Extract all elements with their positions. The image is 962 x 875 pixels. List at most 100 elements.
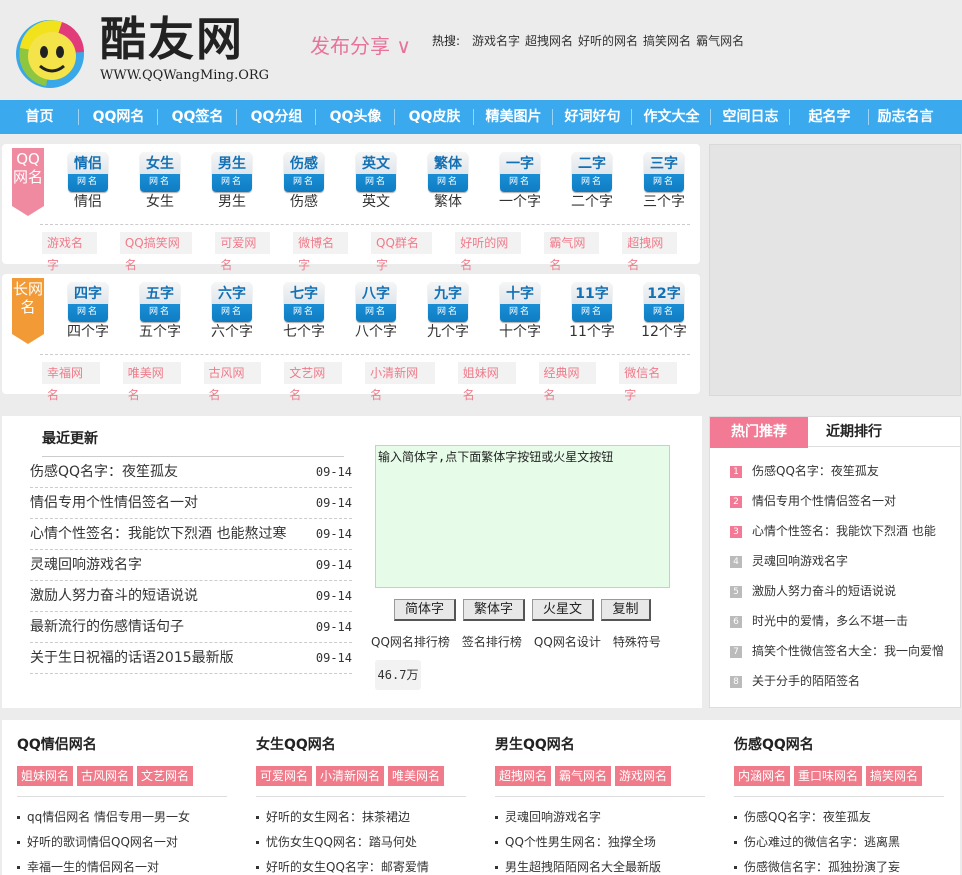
category-one-char[interactable]: 一字 网名 一个字 [484, 152, 556, 210]
tag-link[interactable]: 文艺网名 [137, 766, 194, 786]
tag-link[interactable]: QQ搞笑网名 [119, 232, 193, 272]
category-three-char[interactable]: 三字 网名 三个字 [628, 152, 700, 210]
nav-home[interactable]: 首页 [0, 100, 79, 134]
tag-link[interactable]: 古风网名 [77, 766, 134, 786]
tag-link[interactable]: 古风网名 [203, 362, 262, 402]
tag-link[interactable]: 经典网名 [538, 362, 597, 402]
tab-hot[interactable]: 热门推荐 [710, 417, 808, 448]
category-boy[interactable]: 男生 网名 男生 [196, 152, 268, 210]
tag-link[interactable]: 霸气网名 [555, 766, 612, 786]
list-item[interactable]: 好听的女生网名：抹茶裙边 [256, 805, 466, 830]
list-item[interactable]: QQ个性男生网名：独撑全场 [495, 830, 705, 855]
category-seven-char[interactable]: 七字 网名 七个字 [268, 282, 340, 340]
publish-share-dropdown[interactable]: 发布分享 ∨ [310, 30, 411, 59]
nav-qq-skins[interactable]: QQ皮肤 [395, 100, 474, 134]
column-title[interactable]: 女生QQ网名 [256, 730, 466, 760]
hot-item[interactable]: 1 伤感QQ名字：夜笙孤友 [730, 461, 945, 481]
list-item[interactable]: 男生超拽陌陌网名大全最新版 [495, 855, 705, 875]
nav-pictures[interactable]: 精美图片 [474, 100, 553, 134]
category-traditional[interactable]: 繁体 网名 繁体 [412, 152, 484, 210]
list-item[interactable]: 伤心难过的微信名字：逃离黑 [734, 830, 944, 855]
tag-link[interactable]: 小清新网名 [365, 362, 435, 402]
tag-link[interactable]: 可爱网名 [256, 766, 313, 786]
list-item[interactable]: 关于生日祝福的话语2015最新版 09-14 [30, 643, 352, 674]
nav-good-words[interactable]: 好词好句 [553, 100, 632, 134]
nav-qq-signatures[interactable]: QQ签名 [158, 100, 237, 134]
category-nine-char[interactable]: 九字 网名 九个字 [412, 282, 484, 340]
tag-link[interactable]: 重口味网名 [794, 766, 863, 786]
hot-item[interactable]: 2 情侣专用个性情侣签名一对 [730, 491, 945, 511]
list-item[interactable]: 伤感微信名字：孤独扮演了妄 [734, 855, 944, 875]
signature-ranking-link[interactable]: 签名排行榜 [462, 635, 522, 649]
tag-link[interactable]: 霸气网名 [544, 232, 600, 272]
list-item[interactable]: 好听的歌词情侣QQ网名一对 [17, 830, 227, 855]
category-girl[interactable]: 女生 网名 女生 [124, 152, 196, 210]
tag-link[interactable]: 超拽网名 [495, 766, 552, 786]
column-title[interactable]: 伤感QQ网名 [734, 730, 944, 760]
tag-link[interactable]: 游戏名字 [42, 232, 97, 272]
tab-recent-ranking[interactable]: 近期排行 [808, 417, 900, 447]
category-eleven-char[interactable]: 11字 网名 11个字 [556, 282, 628, 340]
hot-item[interactable]: 6 时光中的爱情，多么不堪一击 [730, 611, 945, 631]
hot-item[interactable]: 3 心情个性签名：我能饮下烈酒 也能 [730, 521, 945, 541]
martian-button[interactable]: 火星文 [532, 599, 594, 621]
list-item[interactable]: 忧伤女生QQ网名：踏马何处 [256, 830, 466, 855]
category-six-char[interactable]: 六字 网名 六个字 [196, 282, 268, 340]
tag-link[interactable]: 内涵网名 [734, 766, 791, 786]
tag-link[interactable]: QQ群名字 [371, 232, 433, 272]
hot-search-link[interactable]: 霸气网名 [696, 34, 744, 48]
list-item[interactable]: 幸福一生的情侣网名一对 [17, 855, 227, 875]
category-twelve-char[interactable]: 12字 网名 12个字 [628, 282, 700, 340]
list-item[interactable]: 好听的女生QQ名字：邮寄爱情 [256, 855, 466, 875]
ranking-link[interactable]: QQ网名排行榜 [371, 635, 450, 649]
simplified-button[interactable]: 简体字 [394, 599, 456, 621]
list-item[interactable]: 心情个性签名：我能饮下烈酒 也能熬过寒 09-14 [30, 519, 352, 550]
hot-search-link[interactable]: 超拽网名 [525, 34, 573, 48]
tag-link[interactable]: 小清新网名 [316, 766, 385, 786]
list-item[interactable]: 伤感QQ名字：夜笙孤友 09-14 [30, 457, 352, 488]
tag-link[interactable]: 微博名字 [293, 232, 349, 272]
category-two-char[interactable]: 二字 网名 二个字 [556, 152, 628, 210]
hot-item[interactable]: 7 搞笑个性微信签名大全：我一向爱憎 [730, 641, 945, 661]
column-title[interactable]: QQ情侣网名 [17, 730, 227, 760]
list-item[interactable]: 伤感QQ名字：夜笙孤友 [734, 805, 944, 830]
list-item[interactable]: 最新流行的伤感情话句子 09-14 [30, 612, 352, 643]
nav-diary[interactable]: 空间日志 [711, 100, 790, 134]
category-five-char[interactable]: 五字 网名 五个字 [124, 282, 196, 340]
hot-item[interactable]: 5 激励人努力奋斗的短语说说 [730, 581, 945, 601]
hot-search-link[interactable]: 搞笑网名 [643, 34, 691, 48]
tag-link[interactable]: 姐妹网名 [17, 766, 74, 786]
category-four-char[interactable]: 四字 网名 四个字 [52, 282, 124, 340]
category-ten-char[interactable]: 十字 网名 十个字 [484, 282, 556, 340]
tag-link[interactable]: 微信名字 [619, 362, 678, 402]
hot-item[interactable]: 8 关于分手的陌陌签名 [730, 671, 945, 691]
list-item[interactable]: 灵魂回响游戏名字 09-14 [30, 550, 352, 581]
tag-link[interactable]: 可爱网名 [215, 232, 271, 272]
nav-qq-avatars[interactable]: QQ头像 [316, 100, 395, 134]
list-item[interactable]: 激励人努力奋斗的短语说说 09-14 [30, 581, 352, 612]
nav-essays[interactable]: 作文大全 [632, 100, 711, 134]
tag-link[interactable]: 唯美网名 [388, 766, 445, 786]
tag-link[interactable]: 姐妹网名 [457, 362, 516, 402]
special-symbols-link[interactable]: 特殊符号 [613, 635, 661, 649]
copy-button[interactable]: 复制 [601, 599, 651, 621]
list-item[interactable]: qq情侣网名 情侣专用一男一女 [17, 805, 227, 830]
category-sad[interactable]: 伤感 网名 伤感 [268, 152, 340, 210]
list-item[interactable]: 灵魂回响游戏名字 [495, 805, 705, 830]
list-item[interactable]: 情侣专用个性情侣签名一对 09-14 [30, 488, 352, 519]
traditional-button[interactable]: 繁体字 [463, 599, 525, 621]
tag-link[interactable]: 文艺网名 [284, 362, 343, 402]
tag-link[interactable]: 搞笑网名 [866, 766, 923, 786]
hot-item[interactable]: 4 灵魂回响游戏名字 [730, 551, 945, 571]
tag-link[interactable]: 幸福网名 [42, 362, 100, 402]
tag-link[interactable]: 好听的网名 [455, 232, 522, 272]
nav-naming[interactable]: 起名字 [790, 100, 869, 134]
category-couple[interactable]: 情侣 网名 情侣 [52, 152, 124, 210]
category-english[interactable]: 英文 网名 英文 [340, 152, 412, 210]
category-eight-char[interactable]: 八字 网名 八个字 [340, 282, 412, 340]
logo-icon[interactable] [12, 14, 88, 90]
tag-link[interactable]: 超拽网名 [622, 232, 678, 272]
column-title[interactable]: 男生QQ网名 [495, 730, 705, 760]
hot-search-link[interactable]: 好听的网名 [578, 34, 638, 48]
nav-quotes[interactable]: 励志名言 [869, 100, 942, 134]
